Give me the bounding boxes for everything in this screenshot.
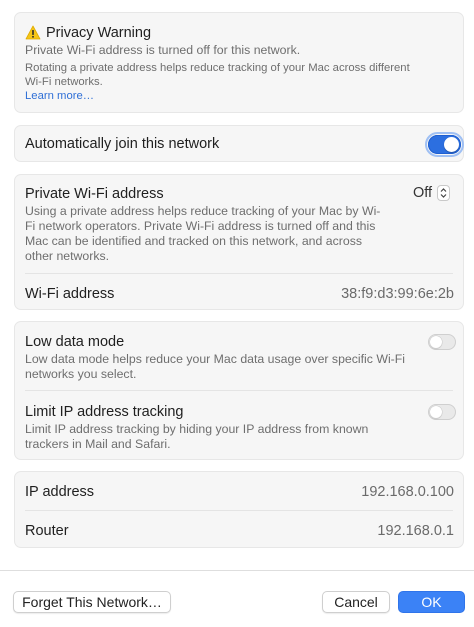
limit-ip-toggle[interactable] [428, 404, 456, 420]
divider [25, 510, 453, 511]
warning-line-1: Private Wi-Fi address is turned off for … [25, 43, 301, 57]
limit-ip-desc-2: trackers in Mail and Safari. [25, 437, 171, 451]
private-address-select[interactable]: Off [413, 185, 451, 201]
wifi-address-label: Wi-Fi address [25, 286, 115, 302]
private-address-label: Private Wi-Fi address [25, 186, 164, 202]
auto-join-label: Automatically join this network [25, 136, 220, 152]
limit-ip-label: Limit IP address tracking [25, 404, 184, 420]
warning-title: Privacy Warning [46, 25, 152, 41]
private-address-card: Private Wi-Fi address Off Using a privat… [14, 174, 464, 310]
ip-address-value: 192.168.0.100 [361, 484, 454, 500]
toggle-knob [444, 137, 459, 152]
chevron-up-down-icon [437, 185, 451, 201]
forget-network-button[interactable]: Forget This Network… [13, 591, 171, 613]
wifi-address-value: 38:f9:d3:99:6e:2b [341, 286, 454, 302]
low-data-toggle[interactable] [428, 334, 456, 350]
privacy-warning-card: Privacy Warning Private Wi-Fi address is… [14, 12, 464, 113]
limit-ip-desc-1: Limit IP address tracking by hiding your… [25, 422, 369, 436]
warning-line-2: Rotating a private address helps reduce … [25, 62, 410, 74]
divider [25, 273, 453, 274]
toggle-knob [430, 336, 442, 348]
auto-join-card: Automatically join this network [14, 125, 464, 162]
network-info-card: IP address 192.168.0.100 Router 192.168.… [14, 471, 464, 548]
low-data-desc-2: networks you select. [25, 367, 137, 381]
private-address-value: Off [413, 185, 433, 201]
divider [25, 390, 453, 391]
learn-more-link[interactable]: Learn more… [25, 90, 94, 102]
warning-icon [25, 25, 41, 40]
private-address-desc-2: Fi network operators. Private Wi-Fi addr… [25, 219, 376, 233]
router-label: Router [25, 523, 69, 539]
footer-separator [0, 570, 474, 571]
private-address-desc-4: other networks. [25, 249, 110, 263]
cancel-button[interactable]: Cancel [322, 591, 390, 613]
warning-line-3: Wi-Fi networks. [25, 76, 103, 88]
low-data-desc-1: Low data mode helps reduce your Mac data… [25, 352, 406, 366]
ok-button[interactable]: OK [398, 591, 465, 613]
private-address-desc-1: Using a private address helps reduce tra… [25, 204, 381, 218]
router-value: 192.168.0.1 [377, 523, 454, 539]
ip-address-label: IP address [25, 484, 95, 500]
toggle-knob [430, 406, 442, 418]
private-address-desc-3: Mac can be identified and tracked on thi… [25, 234, 362, 248]
data-options-card: Low data mode Low data mode helps reduce… [14, 321, 464, 460]
auto-join-toggle[interactable] [425, 132, 464, 157]
low-data-label: Low data mode [25, 334, 125, 350]
